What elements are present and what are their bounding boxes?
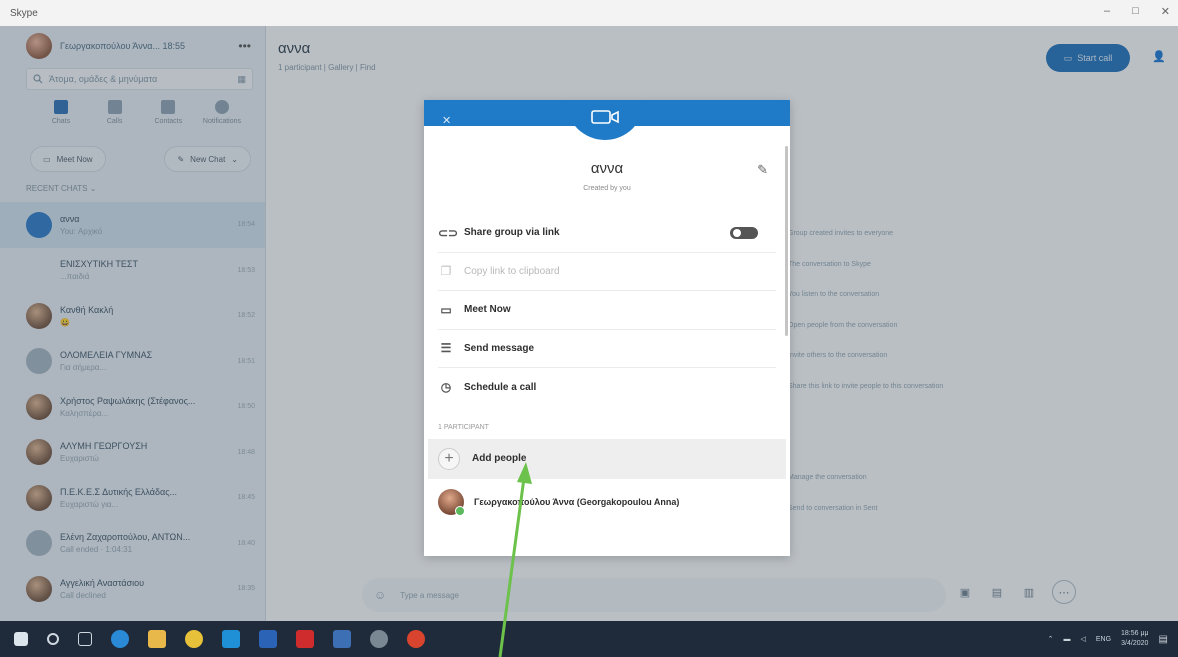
copy-icon: ❐ bbox=[440, 264, 452, 279]
menu-label: Meet Now bbox=[464, 304, 511, 316]
minimize-icon[interactable]: – bbox=[1104, 5, 1110, 18]
paint-icon[interactable] bbox=[370, 630, 388, 648]
pdf-icon[interactable] bbox=[296, 630, 314, 648]
volume-icon[interactable]: ◁ bbox=[1080, 635, 1085, 643]
group-avatar[interactable] bbox=[566, 100, 644, 140]
video-icon: ▭ bbox=[440, 302, 452, 317]
avatar bbox=[438, 488, 465, 516]
edit-pencil-icon[interactable]: ✎ bbox=[757, 162, 768, 178]
copy-link-item: ❐ Copy link to clipboard bbox=[438, 253, 776, 291]
maximize-icon[interactable]: □ bbox=[1132, 5, 1139, 18]
chrome-icon[interactable] bbox=[185, 630, 203, 648]
browser-icon[interactable] bbox=[407, 630, 425, 648]
search-icon[interactable] bbox=[47, 633, 59, 645]
skype-taskbar-icon[interactable] bbox=[222, 630, 240, 648]
menu-label: Schedule a call bbox=[464, 381, 537, 393]
notifications-icon[interactable]: ▤ bbox=[1159, 634, 1168, 645]
calendar-icon: ◷ bbox=[440, 380, 452, 395]
language-indicator[interactable]: ENG bbox=[1096, 636, 1111, 643]
share-group-link-item[interactable]: ⊂⊃ Share group via link bbox=[438, 214, 776, 253]
chevron-up-icon[interactable]: ⌃ bbox=[1048, 635, 1054, 643]
send-message-item[interactable]: ☰ Send message bbox=[438, 330, 776, 368]
close-window-icon[interactable]: ✕ bbox=[1161, 5, 1170, 18]
edge-icon[interactable] bbox=[111, 630, 129, 648]
menu-label: Copy link to clipboard bbox=[464, 265, 560, 277]
close-icon[interactable]: ✕ bbox=[442, 114, 451, 127]
group-menu: ⊂⊃ Share group via link ❐ Copy link to c… bbox=[424, 214, 790, 407]
participant-name: Γεωργακοπούλου Άννα (Georgakopoulou Anna… bbox=[474, 496, 680, 507]
word-icon[interactable] bbox=[259, 630, 277, 648]
participants-label: 1 PARTICIPANT bbox=[438, 424, 489, 431]
created-by: Created by you bbox=[583, 185, 631, 192]
group-video-icon bbox=[591, 110, 619, 124]
window-titlebar: Skype – □ ✕ bbox=[0, 0, 1178, 26]
meet-now-item[interactable]: ▭ Meet Now bbox=[438, 291, 776, 330]
clock[interactable]: 18:56 μμ 3/4/2020 bbox=[1121, 629, 1149, 649]
group-name: αννα bbox=[590, 160, 624, 177]
message-icon: ☰ bbox=[440, 341, 452, 356]
group-profile-dialog: ✕ ✎ αννα Created by you ⊂⊃ Share group v… bbox=[424, 100, 790, 556]
window-controls: – □ ✕ bbox=[1104, 5, 1170, 18]
network-icon[interactable]: ▬ bbox=[1063, 636, 1070, 643]
schedule-call-item[interactable]: ◷ Schedule a call bbox=[438, 368, 776, 407]
windows-taskbar: ⌃ ▬ ◁ ENG 18:56 μμ 3/4/2020 ▤ bbox=[0, 621, 1178, 657]
plus-icon: + bbox=[438, 447, 460, 470]
share-link-toggle[interactable] bbox=[730, 227, 758, 239]
clock-date: 3/4/2020 bbox=[1121, 640, 1149, 647]
app-icon[interactable] bbox=[333, 630, 351, 648]
menu-label: Send message bbox=[464, 342, 535, 354]
system-tray: ⌃ ▬ ◁ ENG 18:56 μμ 3/4/2020 ▤ bbox=[1048, 621, 1168, 657]
dialog-scrollbar[interactable] bbox=[785, 146, 788, 336]
file-explorer-icon[interactable] bbox=[148, 630, 166, 648]
add-people-label: Add people bbox=[472, 453, 527, 464]
participant-row[interactable]: Γεωργακοπούλου Άννα (Georgakopoulou Anna… bbox=[438, 479, 776, 525]
link-icon: ⊂⊃ bbox=[438, 225, 459, 240]
window-title: Skype bbox=[10, 7, 38, 19]
task-view-icon[interactable] bbox=[78, 632, 92, 646]
menu-label: Share group via link bbox=[464, 227, 560, 239]
add-people-button[interactable]: + Add people bbox=[428, 438, 786, 479]
windows-start-icon[interactable] bbox=[14, 632, 28, 646]
clock-time: 18:56 μμ bbox=[1121, 630, 1149, 637]
